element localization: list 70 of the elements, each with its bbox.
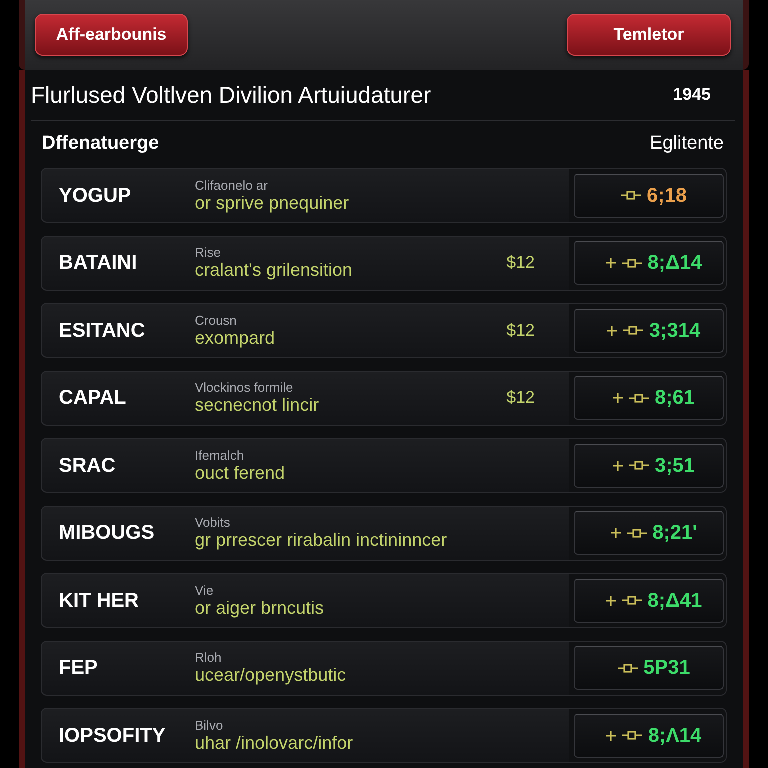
row-name: KIT HER xyxy=(59,588,140,614)
header-button[interactable]: Temletor xyxy=(567,14,731,56)
row-description: exompard xyxy=(195,328,276,348)
row-label: Rloh xyxy=(195,650,222,665)
row-description: gr prrescer rirabalin inctininncer xyxy=(195,530,448,551)
year-label: 1945 xyxy=(673,84,711,106)
row-description: uhar /inolovarc/infor xyxy=(195,732,354,754)
price-label: $12 xyxy=(506,387,535,410)
row-value: 8;Δ41 xyxy=(648,588,702,614)
plus-icon xyxy=(610,528,621,538)
row-value: 3;51 xyxy=(654,454,696,478)
row-name: SRAC xyxy=(59,454,117,478)
list-row[interactable]: CAPAL Vlockinos formile secnecnot lincir $12 8;61 xyxy=(41,370,727,426)
column-heading: Dffenatuerge xyxy=(42,132,160,156)
row-value: 6;18 xyxy=(646,184,688,208)
connector-icon xyxy=(618,664,638,672)
connector-icon xyxy=(623,326,644,335)
connector-icon xyxy=(628,461,649,470)
list-row[interactable]: BATAINI Rise cralant's grilensition $12 8;Δ14 xyxy=(41,236,727,290)
connector-icon xyxy=(620,191,641,200)
list-row[interactable]: YOGUP Clifaonelo ar or sprive pnequiner 6;18 xyxy=(41,168,727,223)
connector-icon xyxy=(622,596,642,605)
row-name: CAPAL xyxy=(59,386,128,411)
row-label: Clifaonelo ar xyxy=(195,178,268,192)
row-description: secnecnot lincir xyxy=(195,395,320,416)
row-name: ESITANC xyxy=(59,318,146,344)
price-label: $12 xyxy=(506,252,535,274)
connector-icon xyxy=(626,528,647,538)
row-description: cralant's grilensition xyxy=(195,260,353,281)
price-label: $12 xyxy=(506,320,535,342)
row-label: Bilvo xyxy=(195,718,224,732)
row-value: 8;Δ14 xyxy=(648,251,702,276)
plus-icon xyxy=(606,730,616,740)
row-name: BATAINI xyxy=(59,251,138,276)
row-name: YOGUP xyxy=(59,184,132,208)
row-name: FEP xyxy=(59,656,99,681)
connector-icon xyxy=(628,394,649,402)
list-row[interactable]: IOPSOFITY Bilvo uhar /inolovarc/infor 8;Λ14 xyxy=(41,708,727,763)
row-label: Crousn xyxy=(195,312,237,328)
row-label: Vie xyxy=(195,582,214,598)
row-value: 3;314 xyxy=(649,318,701,344)
plus-icon xyxy=(612,393,623,403)
row-label: Rise xyxy=(195,245,222,260)
column-heading: Eglitente xyxy=(650,132,724,156)
row-label: Vlockinos formile xyxy=(195,380,294,395)
row-description: ouct ferend xyxy=(195,462,286,484)
connector-icon xyxy=(622,731,642,740)
row-value: 8;61 xyxy=(654,386,696,411)
panel-title: Flurlused Voltlven Divilion Artuiudaturer xyxy=(31,80,432,110)
plus-icon xyxy=(606,596,616,606)
row-label: Vobits xyxy=(195,515,230,530)
row-value: 8;Λ14 xyxy=(648,724,702,748)
header-button[interactable]: Aff-earbounis xyxy=(35,14,188,56)
row-description: or aiger brncutis xyxy=(195,598,324,618)
row-value: 5P31 xyxy=(644,656,690,681)
connector-icon xyxy=(622,258,642,268)
row-name: IOPSOFITY xyxy=(59,724,167,748)
row-description: or sprive pnequiner xyxy=(195,192,350,214)
list-row[interactable]: KIT HER Vie or aiger brncutis 8;Δ41 xyxy=(41,573,727,628)
row-description: ucear/openystbutic xyxy=(195,665,346,686)
list-row[interactable]: SRAC Ifemalch ouct ferend 3;51 xyxy=(41,438,727,493)
list-row[interactable]: MIBOUGS Vobits gr prrescer rirabalin inctininncer 8;21' xyxy=(41,506,727,560)
list-row[interactable]: ESITANC Crousn exompard $12 3;314 xyxy=(41,303,727,358)
plus-icon xyxy=(612,460,623,470)
row-label: Ifemalch xyxy=(195,448,244,462)
plus-icon xyxy=(607,326,618,336)
list-row[interactable]: FEP Rloh ucear/openystbutic 5P31 xyxy=(41,640,727,696)
plus-icon xyxy=(606,258,616,268)
row-name: MIBOUGS xyxy=(59,521,156,546)
row-value: 8;21' xyxy=(652,521,698,546)
